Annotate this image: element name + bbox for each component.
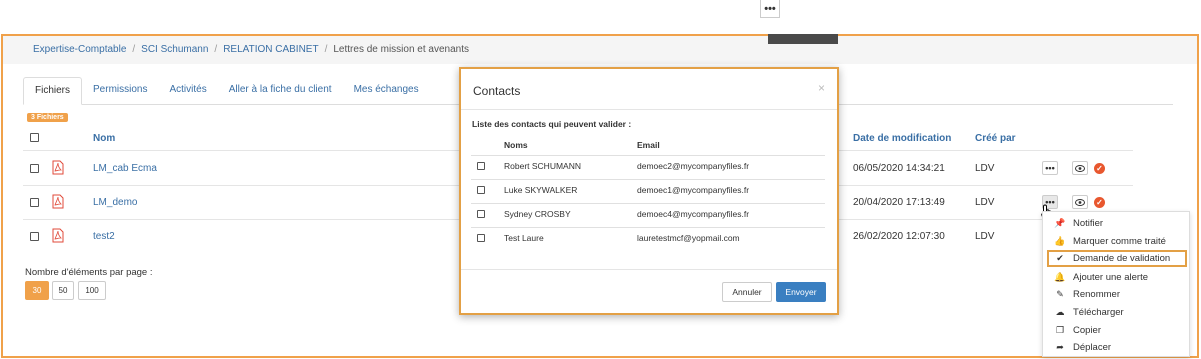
- divider: [471, 155, 825, 156]
- pin-icon: 📌: [1054, 218, 1066, 228]
- menu-item-telecharger[interactable]: ☁ Télécharger: [1053, 304, 1185, 321]
- row-more-button[interactable]: •••: [1042, 161, 1058, 175]
- file-name-link[interactable]: LM_demo: [93, 197, 137, 208]
- file-name-link[interactable]: LM_cab Ecma: [93, 163, 157, 174]
- creator: LDV: [975, 163, 995, 174]
- bell-icon: 🔔: [1054, 272, 1066, 282]
- pdf-icon: [52, 160, 64, 175]
- divider: [471, 179, 825, 180]
- close-icon[interactable]: ×: [818, 81, 825, 95]
- pencil-icon: ✎: [1056, 289, 1064, 299]
- menu-item-demande-validation[interactable]: ✔ Demande de validation: [1047, 250, 1187, 267]
- select-all-checkbox[interactable]: [30, 133, 39, 142]
- contact-name: Luke SKYWALKER: [504, 185, 578, 195]
- more-icon: •••: [764, 2, 776, 15]
- creator: LDV: [975, 231, 995, 242]
- menu-item-label: Notifier: [1073, 218, 1104, 229]
- cancel-button[interactable]: Annuler: [722, 282, 772, 302]
- menu-item-copier[interactable]: ❐ Copier: [1053, 322, 1185, 339]
- validate-check-icon[interactable]: ✓: [1094, 197, 1105, 208]
- pdf-icon: [52, 228, 64, 243]
- contact-email: lauretestmcf@yopmail.com: [637, 233, 740, 243]
- column-header-date[interactable]: Date de modification: [853, 133, 951, 144]
- modification-date: 20/04/2020 17:13:49: [853, 197, 945, 208]
- contact-checkbox[interactable]: [477, 162, 485, 170]
- validate-check-icon[interactable]: ✓: [1094, 163, 1105, 174]
- per-page-50[interactable]: 50: [52, 281, 74, 300]
- files-count-badge: 3 Fichiers: [27, 113, 68, 122]
- creator: LDV: [975, 197, 995, 208]
- divider: [471, 203, 825, 204]
- send-button[interactable]: Envoyer: [776, 282, 826, 302]
- arrow-icon: ➦: [1056, 342, 1064, 352]
- menu-item-ajouter-alerte[interactable]: 🔔 Ajouter une alerte: [1053, 269, 1185, 286]
- thumbs-up-icon: 👍: [1054, 236, 1066, 246]
- modification-date: 06/05/2020 14:34:21: [853, 163, 945, 174]
- breadcrumb-current: Lettres de mission et avenants: [333, 44, 470, 55]
- column-header-creator[interactable]: Créé par: [975, 133, 1016, 144]
- divider: [461, 109, 837, 110]
- per-page-100[interactable]: 100: [78, 281, 106, 300]
- menu-item-label: Déplacer: [1073, 342, 1112, 353]
- file-name-link[interactable]: test2: [93, 231, 115, 242]
- menu-item-deplacer[interactable]: ➦ Déplacer: [1053, 339, 1185, 356]
- breadcrumb-separator: /: [214, 44, 218, 55]
- contact-email: demoec1@mycompanyfiles.fr: [637, 185, 750, 195]
- contact-email: demoec4@mycompanyfiles.fr: [637, 209, 750, 219]
- breadcrumb-separator: /: [324, 44, 328, 55]
- eye-icon: [1075, 198, 1085, 206]
- header-strip: [768, 34, 838, 44]
- check-circle-icon: ✔: [1056, 253, 1064, 263]
- top-more-button[interactable]: •••: [760, 0, 780, 18]
- contact-checkbox[interactable]: [477, 186, 485, 194]
- menu-item-notifier[interactable]: 📌 Notifier: [1053, 215, 1185, 232]
- menu-item-label: Télécharger: [1073, 307, 1124, 318]
- contacts-modal: Contacts × Liste des contacts qui peuven…: [459, 67, 839, 315]
- tab-mes-echanges[interactable]: Mes échanges: [343, 77, 430, 104]
- more-icon: •••: [1045, 163, 1055, 173]
- tab-activites[interactable]: Activités: [158, 77, 217, 104]
- menu-item-marquer-traite[interactable]: 👍 Marquer comme traité: [1053, 233, 1185, 250]
- column-header-name[interactable]: Nom: [93, 133, 115, 144]
- cloud-download-icon: ☁: [1055, 307, 1065, 317]
- menu-item-renommer[interactable]: ✎ Renommer: [1053, 286, 1185, 303]
- file-action-menu: 📌 Notifier 👍 Marquer comme traité ✔ Demande…: [1042, 211, 1190, 357]
- breadcrumb-item[interactable]: SCI Schumann: [141, 44, 208, 55]
- pdf-icon: [52, 194, 64, 209]
- column-header-names: Noms: [504, 140, 528, 150]
- tab-fichiers[interactable]: Fichiers: [23, 77, 83, 105]
- tab-fiche-client[interactable]: Aller à la fiche du client: [218, 77, 343, 104]
- preview-button[interactable]: [1072, 195, 1088, 209]
- breadcrumb-separator: /: [132, 44, 136, 55]
- copy-icon: ❐: [1055, 325, 1065, 335]
- row-checkbox[interactable]: [30, 164, 39, 173]
- contact-name: Test Laure: [504, 233, 544, 243]
- contact-checkbox[interactable]: [477, 234, 485, 242]
- per-page-30[interactable]: 30: [25, 281, 49, 300]
- tab-permissions[interactable]: Permissions: [82, 77, 158, 104]
- modal-subtitle: Liste des contacts qui peuvent valider :: [472, 119, 632, 129]
- divider: [471, 227, 825, 228]
- menu-item-label: Ajouter une alerte: [1073, 272, 1148, 283]
- contact-email: demoec2@mycompanyfiles.fr: [637, 161, 750, 171]
- modal-title: Contacts: [473, 84, 521, 98]
- row-checkbox[interactable]: [30, 198, 39, 207]
- row-checkbox[interactable]: [30, 232, 39, 241]
- modification-date: 26/02/2020 12:07:30: [853, 231, 945, 242]
- contact-checkbox[interactable]: [477, 210, 485, 218]
- preview-button[interactable]: [1072, 161, 1088, 175]
- breadcrumb-item[interactable]: RELATION CABINET: [223, 44, 318, 55]
- menu-item-label: Copier: [1073, 325, 1101, 336]
- contact-name: Sydney CROSBY: [504, 209, 571, 219]
- eye-icon: [1075, 164, 1085, 172]
- menu-item-label: Marquer comme traité: [1073, 236, 1166, 247]
- breadcrumb: Expertise-Comptable / SCI Schumann / RELATIO…: [3, 36, 1197, 64]
- menu-item-label: Demande de validation: [1073, 253, 1171, 264]
- breadcrumb-item[interactable]: Expertise-Comptable: [33, 44, 126, 55]
- column-header-email: Email: [637, 140, 660, 150]
- menu-item-label: Renommer: [1073, 289, 1120, 300]
- divider: [461, 269, 837, 270]
- contact-name: Robert SCHUMANN: [504, 161, 581, 171]
- per-page-label: Nombre d'éléments par page :: [25, 267, 153, 278]
